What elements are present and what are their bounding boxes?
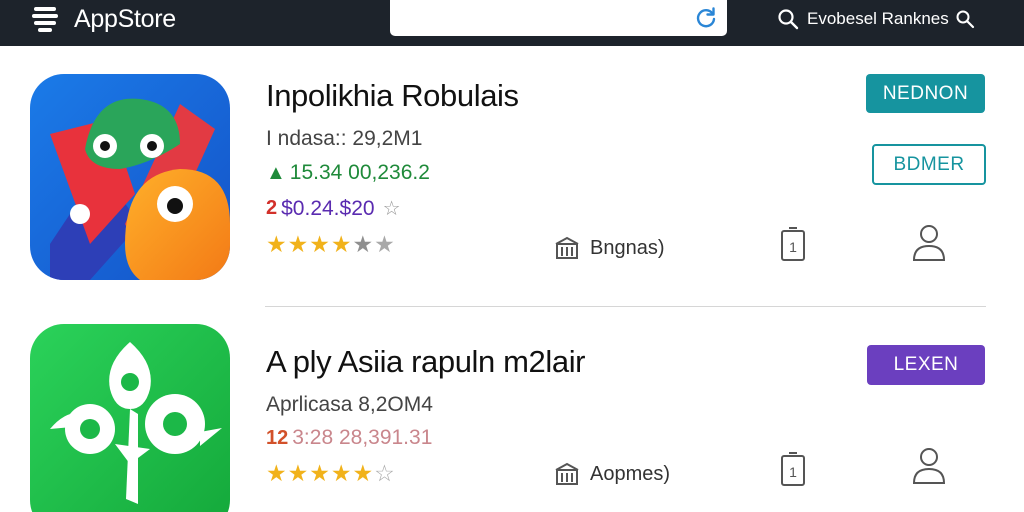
app-listing: A ply Asiia rapuln m2lair Aprlicasa 8,2O… [0, 310, 1024, 512]
star-icon: ★ [352, 230, 375, 257]
star-icon: ★ [309, 230, 331, 257]
star-icon: ★ [330, 459, 353, 486]
star-icon: ★ [330, 230, 353, 257]
downloads-value: 15.34 00,236.2 [289, 161, 430, 184]
downloads-value: 3:28 28,391.31 [292, 426, 433, 449]
price-tag: 2 [266, 197, 278, 219]
app-icon[interactable] [30, 74, 230, 280]
svg-text:1: 1 [789, 239, 797, 255]
star-icon: ★ [266, 230, 288, 257]
star-half-icon: ★ [374, 230, 396, 257]
search-input[interactable] [400, 4, 680, 32]
search-box[interactable] [390, 0, 727, 36]
svg-text:1: 1 [789, 464, 797, 480]
top-right-label: Evobesel Ranknes [807, 9, 949, 28]
primary-action-button[interactable]: LEXEN [867, 345, 985, 385]
app-meta: I ndasa:: 29,2M1 [266, 127, 423, 150]
up-arrow-icon: ▲ [266, 161, 286, 184]
downloads-tag: 12 [266, 426, 289, 449]
star-outline-icon[interactable]: ☆ [383, 196, 401, 221]
app-title[interactable]: A ply Asiia rapuln m2lair [266, 344, 586, 380]
rating-stars: ★ ★ ★ ★ ★ ☆ [266, 460, 396, 486]
app-icon-art [30, 324, 230, 512]
building-icon [555, 236, 579, 259]
app-listing: Inpolikhia Robulais I ndasa:: 29,2M1 ▲ 1… [0, 48, 1024, 306]
refresh-icon[interactable] [693, 5, 719, 31]
person-icon[interactable] [912, 222, 946, 262]
person-icon[interactable] [912, 445, 946, 485]
price-value: $0.24.$20 [281, 196, 375, 220]
phone-icon[interactable]: 1 [780, 226, 806, 262]
star-icon: ★ [287, 230, 310, 257]
downloads-line: 12 3:28 28,391.31 [266, 426, 432, 450]
downloads-line: ▲ 15.34 00,236.2 [266, 161, 430, 185]
brand[interactable]: AppStore [30, 4, 176, 34]
secondary-action-button[interactable]: BDMER [872, 144, 986, 185]
app-meta: Aprlicasa 8,2OM4 [266, 393, 433, 416]
phone-icon[interactable]: 1 [780, 451, 806, 487]
star-half-icon: ★ [352, 459, 375, 486]
star-icon: ★ [287, 459, 310, 486]
app-title[interactable]: Inpolikhia Robulais [266, 78, 519, 114]
star-icon: ★ [266, 459, 288, 486]
price-line: 2 $0.24.$20 ☆ [266, 196, 401, 221]
divider [265, 306, 986, 307]
app-icon[interactable] [30, 324, 230, 512]
app-name: AppStore [74, 4, 176, 33]
star-icon: ★ [309, 459, 331, 486]
top-right-search[interactable]: Evobesel Ranknes [777, 6, 975, 32]
info-item[interactable]: Aopmes) [554, 460, 670, 488]
rating-stars: ★ ★ ★ ★ ★ ★ [266, 231, 396, 257]
building-icon [555, 462, 579, 485]
search-icon [778, 9, 799, 30]
app-icon-art [30, 74, 230, 280]
info-label: Aopmes) [590, 462, 671, 485]
info-label: Bngnas) [590, 236, 665, 259]
menu-stack-icon [32, 7, 58, 32]
info-item[interactable]: Bngnas) [554, 234, 665, 262]
star-icon: ☆ [374, 459, 396, 486]
search-icon [956, 10, 974, 29]
primary-action-button[interactable]: NEDNON [866, 74, 985, 113]
top-bar: AppStore Evobesel Ranknes [0, 0, 1024, 46]
